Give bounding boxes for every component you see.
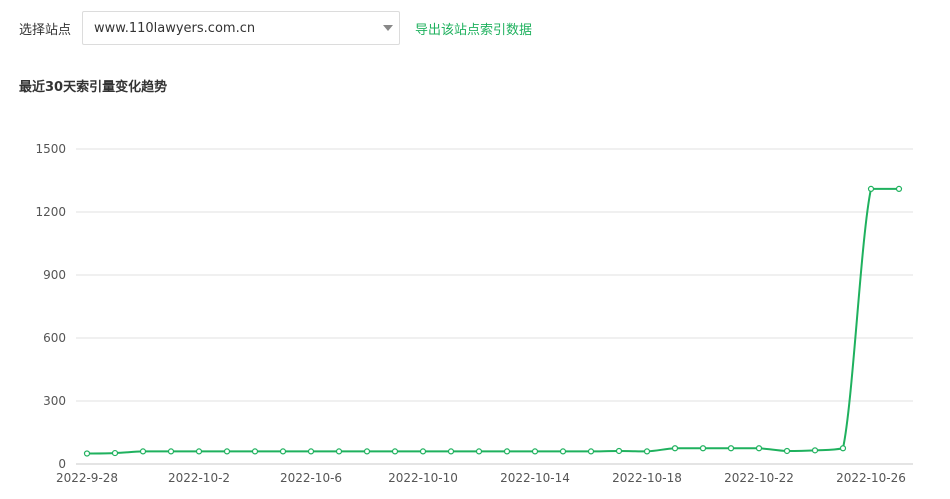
data-point [251, 448, 259, 455]
data-point [335, 448, 343, 455]
data-point [111, 449, 119, 457]
data-point [223, 448, 231, 455]
data-point [307, 448, 315, 455]
x-tick-label: 2022-9-28 [56, 471, 118, 485]
site-select-value: www.110lawyers.com.cn [94, 21, 256, 36]
x-tick-label: 2022-10-22 [724, 471, 794, 485]
data-point [195, 448, 203, 455]
y-tick-label: 1200 [35, 205, 66, 219]
data-point [699, 445, 707, 452]
y-tick-label: 0 [58, 457, 66, 471]
toolbar: 选择站点 www.110lawyers.com.cn 导出该站点索引数据 [0, 0, 950, 58]
data-point [671, 445, 679, 452]
data-point [895, 185, 903, 193]
site-select-label: 选择站点 [19, 23, 72, 38]
data-point [531, 448, 539, 455]
data-point [867, 185, 875, 193]
series-line [86, 187, 899, 455]
data-point [755, 445, 763, 452]
chart-section-title: 最近30天索引量变化趋势 [19, 80, 168, 95]
x-tick-label: 2022-10-14 [500, 471, 570, 485]
data-point [615, 447, 623, 455]
data-point [783, 447, 791, 455]
data-point [363, 448, 371, 455]
data-point [811, 447, 819, 454]
data-point [559, 448, 567, 455]
x-tick-label: 2022-10-6 [280, 471, 342, 485]
x-tick-label: 2022-10-26 [836, 471, 906, 485]
data-point [391, 448, 399, 455]
data-point [447, 448, 455, 455]
data-point [727, 445, 735, 452]
data-point [587, 448, 595, 455]
index-trend-chart: 0 300 600 900 1200 1500 2022-9-28 2022-10-2 2022… [35, 142, 913, 485]
data-point [475, 448, 483, 455]
y-tick-label: 1500 [35, 142, 66, 156]
data-point [419, 448, 427, 455]
export-index-data-link[interactable]: 导出该站点索引数据 [415, 19, 532, 38]
data-point [839, 445, 847, 452]
data-point [167, 448, 175, 455]
y-tick-label: 600 [43, 331, 66, 345]
data-point [83, 450, 91, 457]
x-tick-label: 2022-10-2 [168, 471, 230, 485]
x-tick-label: 2022-10-10 [388, 471, 458, 485]
data-point [139, 448, 147, 455]
data-point [503, 448, 511, 455]
data-point [279, 448, 287, 455]
site-select-dropdown[interactable]: www.110lawyers.com.cn [82, 11, 400, 45]
chevron-down-icon [383, 25, 393, 31]
data-point [643, 448, 651, 455]
x-tick-label: 2022-10-18 [612, 471, 682, 485]
y-tick-label: 300 [43, 394, 66, 408]
y-tick-label: 900 [43, 268, 66, 282]
